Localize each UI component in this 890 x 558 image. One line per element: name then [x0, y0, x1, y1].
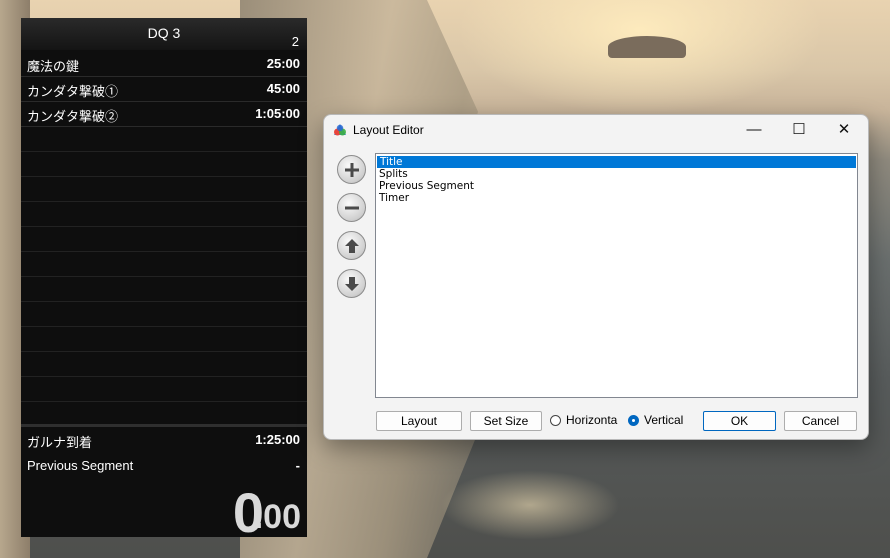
move-up-button[interactable] [337, 231, 366, 260]
radio-indicator [550, 414, 561, 426]
layout-settings-button[interactable]: Layout [376, 411, 462, 431]
empty-split-row [21, 251, 307, 277]
horizontal-radio[interactable]: Horizonta [550, 413, 617, 427]
split-row: カンダタ撃破② 1:05:00 [21, 101, 307, 127]
empty-split-row [21, 326, 307, 352]
list-item-title[interactable]: Title [377, 156, 856, 168]
split-time: 45:00 [266, 81, 300, 96]
split-time: 25:00 [266, 56, 300, 71]
livesplit-app-icon [334, 124, 346, 136]
empty-split-row [21, 351, 307, 377]
window-title: Layout Editor [353, 123, 424, 137]
split-name: カンダタ撃破① [27, 84, 119, 99]
empty-split-row [21, 176, 307, 202]
empty-split-row [21, 126, 307, 152]
previous-segment-value: - [295, 458, 300, 473]
components-listbox[interactable]: Title Splits Previous Segment Timer [375, 153, 858, 398]
split-name: 魔法の鍵 [27, 59, 80, 74]
split-row: 魔法の鍵 25:00 [21, 51, 307, 77]
add-icon [344, 162, 359, 177]
empty-split-row [21, 376, 307, 402]
layout-editor-dialog: Layout Editor — ☐ ✕ Title Splits Previou… [323, 114, 869, 440]
livesplit-window[interactable]: DQ 3 2 魔法の鍵 25:00 カンダタ撃破① 45:00 カンダタ撃破② … [21, 18, 307, 544]
list-item-splits[interactable]: Splits [376, 168, 857, 180]
split-time: 1:25:00 [255, 432, 300, 447]
split-row: カンダタ撃破① 45:00 [21, 76, 307, 102]
empty-split-row [21, 301, 307, 327]
horizontal-radio-label: Horizonta [566, 413, 618, 427]
radio-indicator-selected [628, 414, 639, 426]
split-time: 1:05:00 [255, 106, 300, 121]
empty-split-row [21, 151, 307, 177]
sea-glint [440, 470, 620, 540]
game-title: DQ 3 [147, 25, 181, 41]
vertical-radio-label: Vertical [644, 413, 684, 427]
move-down-button[interactable] [337, 269, 366, 298]
timer-fraction: .00 [253, 498, 301, 536]
minimize-button[interactable]: — [732, 115, 776, 143]
close-button[interactable]: ✕ [822, 115, 866, 143]
list-item-timer[interactable]: Timer [376, 192, 857, 204]
island-wallpaper [608, 36, 686, 58]
previous-segment-label: Previous Segment [27, 458, 134, 473]
empty-split-row [21, 201, 307, 227]
attempt-count: 2 [291, 34, 299, 49]
empty-split-row [21, 276, 307, 302]
split-name: ガルナ到着 [27, 435, 93, 450]
move-up-icon [344, 238, 359, 253]
final-split-row: ガルナ到着 1:25:00 [21, 427, 307, 452]
run-title-bar: DQ 3 2 [21, 18, 307, 50]
remove-component-button[interactable] [337, 193, 366, 222]
split-name: カンダタ撃破② [27, 109, 119, 124]
vertical-radio[interactable]: Vertical [628, 413, 683, 427]
move-down-icon [344, 276, 359, 291]
set-size-button[interactable]: Set Size [470, 411, 542, 431]
list-item-previous-segment[interactable]: Previous Segment [376, 180, 857, 192]
add-component-button[interactable] [337, 155, 366, 184]
maximize-button[interactable]: ☐ [777, 115, 821, 143]
remove-icon [344, 206, 359, 209]
empty-split-row [21, 226, 307, 252]
cancel-button[interactable]: Cancel [784, 411, 857, 431]
ok-button[interactable]: OK [703, 411, 776, 431]
